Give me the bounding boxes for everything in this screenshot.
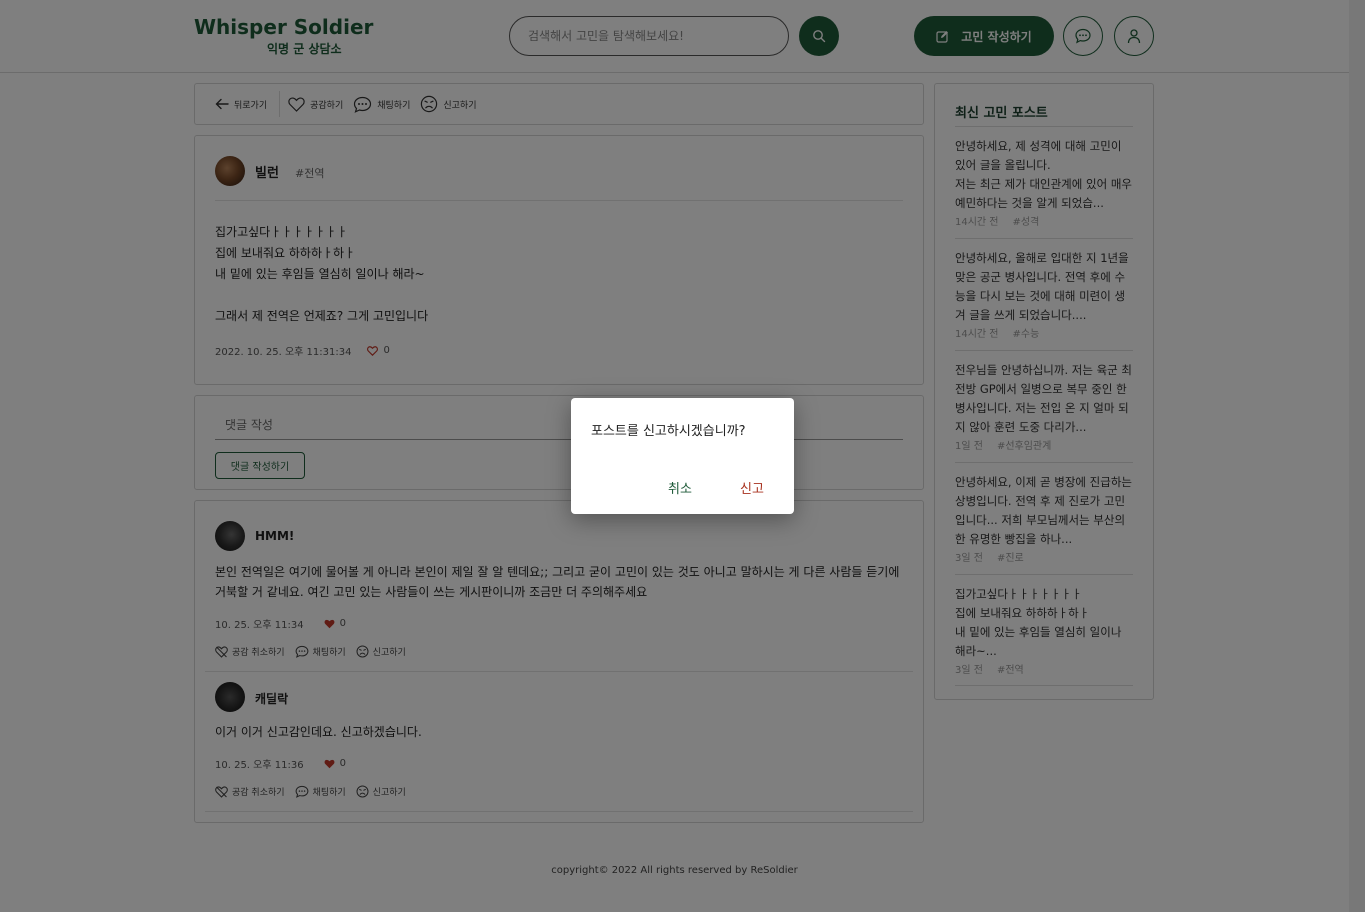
- dialog-message: 포스트를 신고하시겠습니까?: [591, 424, 746, 439]
- dialog-cancel-button[interactable]: 취소: [668, 478, 692, 497]
- report-confirm-dialog: 포스트를 신고하시겠습니까? 취소 신고: [571, 398, 794, 514]
- dialog-report-button[interactable]: 신고: [740, 478, 764, 497]
